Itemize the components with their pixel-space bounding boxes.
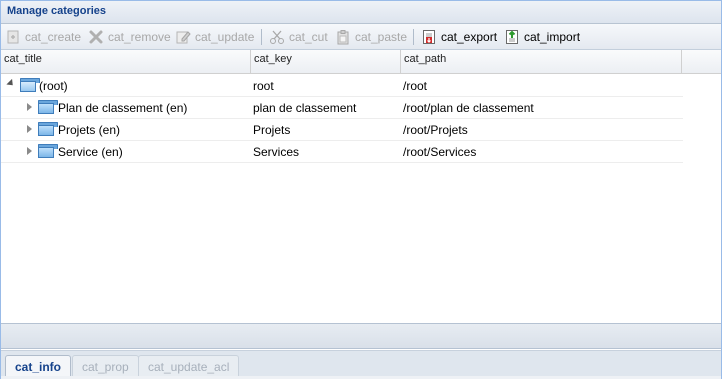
- tab-cat-prop[interactable]: cat_prop: [72, 355, 139, 377]
- folder-icon: [38, 100, 58, 114]
- toolbar: cat_create cat_remove cat_update cat_cut: [1, 24, 721, 50]
- panel-splitter[interactable]: [1, 323, 721, 349]
- row-title: Projets (en): [58, 123, 121, 137]
- expand-arrow-icon[interactable]: [27, 103, 32, 111]
- row-key: root: [253, 79, 274, 93]
- tab-cat-info[interactable]: cat_info: [5, 355, 72, 377]
- import-icon: [504, 29, 520, 45]
- collapse-arrow-icon[interactable]: [6, 78, 16, 89]
- row-path: /root/Projets: [403, 123, 468, 137]
- cat-update-button[interactable]: cat_update: [175, 27, 254, 47]
- panel-header: Manage categories: [1, 1, 721, 24]
- column-header-cat-title[interactable]: cat_title: [1, 50, 251, 73]
- cat-create-label: cat_create: [25, 30, 82, 44]
- expand-arrow-icon[interactable]: [27, 147, 32, 155]
- cat-remove-button[interactable]: cat_remove: [88, 27, 171, 47]
- row-path: /root: [403, 79, 428, 93]
- row-key: Projets: [253, 123, 291, 137]
- tree-row-root[interactable]: (root) root /root: [1, 75, 683, 97]
- edit-icon: [175, 29, 191, 45]
- create-icon: [5, 29, 21, 45]
- manage-categories-panel: Manage categories cat_create cat_remove …: [0, 0, 722, 379]
- folder-icon: [38, 122, 58, 136]
- cat-cut-button[interactable]: cat_cut: [269, 27, 328, 47]
- row-title: Service (en): [58, 145, 123, 159]
- row-title: Plan de classement (en): [58, 101, 188, 115]
- cat-import-button[interactable]: cat_import: [504, 27, 580, 47]
- tab-cat-update-acl[interactable]: cat_update_acl: [138, 355, 240, 377]
- toolbar-separator: [261, 29, 262, 45]
- toolbar-separator: [413, 29, 414, 45]
- cut-scissors-icon: [269, 29, 285, 45]
- tree-row-service[interactable]: Service (en) Services /root/Services: [1, 141, 683, 163]
- cat-paste-label: cat_paste: [355, 30, 408, 44]
- tree-row-projets[interactable]: Projets (en) Projets /root/Projets: [1, 119, 683, 141]
- row-path: /root/plan de classement: [403, 101, 534, 115]
- cat-export-label: cat_export: [441, 30, 498, 44]
- remove-x-icon: [88, 29, 104, 45]
- cat-remove-label: cat_remove: [108, 30, 171, 44]
- cat-cut-label: cat_cut: [289, 30, 328, 44]
- column-header-cat-key[interactable]: cat_key: [251, 50, 401, 73]
- cat-update-label: cat_update: [195, 30, 255, 44]
- row-key: Services: [253, 145, 300, 159]
- detail-tab-strip: cat_info cat_prop cat_update_acl: [1, 350, 721, 378]
- grid-header: cat_title cat_key cat_path: [1, 50, 721, 74]
- panel-title: Manage categories: [7, 5, 107, 17]
- folder-open-icon: [20, 78, 40, 92]
- cat-paste-button[interactable]: cat_paste: [335, 27, 407, 47]
- paste-clipboard-icon: [335, 29, 351, 45]
- export-icon: [421, 29, 437, 45]
- row-key: plan de classement: [253, 101, 357, 115]
- expand-arrow-icon[interactable]: [27, 125, 32, 133]
- cat-export-button[interactable]: cat_export: [421, 27, 497, 47]
- tree-row-plan-de-classement[interactable]: Plan de classement (en) plan de classeme…: [1, 97, 683, 119]
- folder-icon: [38, 144, 58, 158]
- cat-import-label: cat_import: [524, 30, 581, 44]
- row-path: /root/Services: [403, 145, 477, 159]
- column-header-cat-path[interactable]: cat_path: [401, 50, 682, 73]
- row-title: (root): [39, 79, 68, 93]
- cat-create-button[interactable]: cat_create: [5, 27, 81, 47]
